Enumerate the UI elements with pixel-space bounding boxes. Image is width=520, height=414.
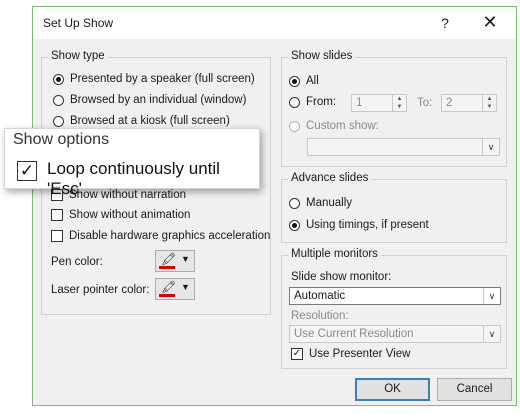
spin-up-icon[interactable]: ▲ (487, 96, 493, 102)
ok-button[interactable]: OK (355, 378, 430, 401)
close-button[interactable]: ✕ (479, 13, 501, 33)
cancel-button[interactable]: Cancel (437, 378, 512, 401)
speaker-label: Presented by a speaker (full screen) (70, 73, 255, 85)
custom-show-label: Custom show: (306, 120, 379, 132)
resolution-label: Resolution: (291, 310, 349, 322)
to-label: To: (417, 97, 433, 109)
hw-acceleration-label: Disable hardware graphics acceleration (69, 230, 271, 242)
laser-color-swatch (159, 294, 175, 297)
to-stepper[interactable]: 2 ▲ ▼ (441, 94, 497, 112)
all-slides-label: All (306, 75, 319, 87)
from-radio[interactable] (289, 96, 300, 108)
manual-radio[interactable] (289, 197, 300, 209)
stepper-arrows[interactable]: ▲ ▼ (392, 95, 406, 111)
dialog-title: Set Up Show (43, 16, 114, 30)
to-value: 2 (446, 97, 453, 109)
laser-color-button[interactable]: 🖍 ▼ (155, 278, 195, 300)
animation-checkbox[interactable] (51, 209, 63, 221)
chevron-down-icon: ∨ (482, 139, 499, 155)
show-slides-title: Show slides (288, 50, 356, 62)
advance-slides-title: Advance slides (288, 172, 372, 184)
slide-show-monitor-label: Slide show monitor: (291, 271, 392, 283)
resolution-select[interactable]: Use Current Resolution ∨ (289, 325, 501, 343)
advance-slides-group: Advance slides (281, 172, 507, 243)
from-slides-option[interactable]: From: (289, 96, 336, 108)
speaker-radio[interactable] (53, 73, 64, 85)
pen-icon: 🖍 (161, 252, 177, 266)
pen-color-label: Pen color: (51, 256, 103, 268)
individual-label: Browsed by an individual (window) (70, 94, 247, 106)
show-options-callout: Show options ✓ Loop continuously until '… (4, 128, 260, 198)
presenter-view-label: Use Presenter View (309, 348, 411, 360)
timings-label: Using timings, if present (306, 219, 429, 231)
spin-down-icon[interactable]: ▼ (487, 104, 493, 110)
chevron-down-icon: ▼ (181, 282, 190, 292)
show-type-individual-option[interactable]: Browsed by an individual (window) (53, 94, 246, 106)
chevron-down-icon: ▼ (181, 254, 190, 264)
from-label: From: (306, 96, 337, 108)
resolution-value: Use Current Resolution (294, 328, 414, 340)
custom-show-select[interactable]: ∨ (307, 138, 500, 156)
slide-show-monitor-select[interactable]: Automatic ∨ (289, 287, 501, 305)
show-type-speaker-option[interactable]: Presented by a speaker (full screen) (53, 73, 255, 85)
spin-down-icon[interactable]: ▼ (397, 104, 403, 110)
animation-label: Show without animation (69, 209, 191, 221)
pen-color-button[interactable]: 🖍 ▼ (155, 250, 195, 272)
laser-color-label: Laser pointer color: (51, 284, 150, 296)
monitor-value: Automatic (294, 290, 346, 302)
all-slides-radio[interactable] (289, 75, 300, 87)
chevron-down-icon: ∨ (483, 288, 500, 304)
individual-radio[interactable] (53, 94, 64, 106)
chevron-down-icon: ∨ (483, 326, 500, 342)
from-value: 1 (356, 97, 363, 109)
disable-hw-acceleration-option[interactable]: Disable hardware graphics acceleration (51, 230, 270, 242)
loop-label: Loop continuously until 'Esc' (47, 159, 220, 198)
custom-show-option[interactable]: Custom show: (289, 120, 379, 132)
all-slides-option[interactable]: All (289, 75, 319, 87)
manual-label: Manually (306, 197, 353, 209)
custom-show-radio[interactable] (289, 120, 300, 132)
show-type-title: Show type (48, 50, 108, 62)
kiosk-label: Browsed at a kiosk (full screen) (70, 115, 230, 127)
show-type-kiosk-option[interactable]: Browsed at a kiosk (full screen) (53, 115, 230, 127)
presenter-view-checkbox[interactable]: ✓ (291, 348, 303, 360)
laser-pen-icon: 🖍 (161, 280, 177, 294)
spin-up-icon[interactable]: ▲ (397, 96, 403, 102)
show-options-title: Show options (13, 131, 110, 148)
show-without-animation-option[interactable]: Show without animation (51, 209, 190, 221)
set-up-show-dialog: Set Up Show ? ✕ Show type Presented by a… (32, 6, 517, 406)
from-stepper[interactable]: 1 ▲ ▼ (351, 94, 407, 112)
manual-advance-option[interactable]: Manually (289, 197, 352, 209)
timings-advance-option[interactable]: Using timings, if present (289, 219, 429, 231)
title-bar: Set Up Show ? ✕ (33, 7, 516, 39)
hw-acceleration-checkbox[interactable] (51, 230, 63, 242)
presenter-view-option[interactable]: ✓ Use Presenter View (291, 348, 410, 360)
timings-radio[interactable] (289, 219, 300, 231)
help-button[interactable]: ? (435, 13, 455, 33)
loop-checkbox[interactable]: ✓ (17, 161, 37, 181)
kiosk-radio[interactable] (53, 115, 64, 127)
stepper-arrows[interactable]: ▲ ▼ (482, 95, 496, 111)
monitors-title: Multiple monitors (288, 248, 381, 260)
pen-color-swatch (159, 266, 175, 269)
